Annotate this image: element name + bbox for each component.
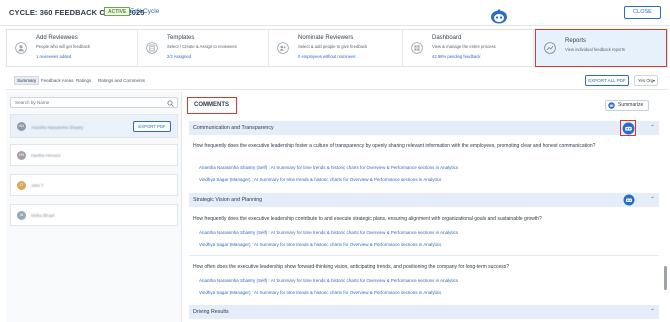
close-button[interactable]: CLOSE	[624, 6, 661, 19]
reviewee-name: Haritha Hemant	[31, 153, 61, 158]
section-communication-and-transparency[interactable]: Communication and Transparency ⌃	[189, 120, 659, 136]
nominate-icon	[277, 42, 289, 54]
export-pdf-button[interactable]: EXPORT PDF	[133, 121, 171, 132]
answer-link[interactable]: Anantha Narasimha Shastry (Self) : AI Su…	[199, 230, 458, 235]
reviewee-list-panel: AN Ananthu Narasimha Shastry EXPORT PDF …	[6, 92, 182, 322]
summarize-button[interactable]: Summarize	[605, 100, 649, 111]
top-bar: CYCLE: 360 FEEDBACK CYCLE 2025 ACTIVE Ed…	[0, 0, 670, 26]
step-status-link[interactable]: 0 employees without nominees	[298, 54, 356, 59]
section-strategic-vision-and-planning[interactable]: Strategic Vision and Planning ⌃	[189, 193, 659, 207]
step-nominate-reviewers[interactable]: Nominate Reviewers Select & add people t…	[269, 30, 403, 66]
step-description: Select / Create & Assign to reviewees	[167, 44, 237, 49]
section-title: Communication and Transparency	[193, 125, 274, 131]
tab-summary[interactable]: Summary	[14, 76, 40, 85]
tab-ratings-and-comments[interactable]: Ratings and Comments	[98, 76, 145, 85]
comments-panel: COMMENTS Summarize Communication and Tra…	[185, 92, 661, 322]
reviewee-item[interactable]: JT John T	[10, 174, 178, 196]
reviewee-item[interactable]: AN Ananthu Narasimha Shastry EXPORT PDF	[10, 114, 178, 138]
section-driving-results[interactable]: Driving Results ⌃	[189, 305, 659, 319]
answer-link[interactable]: Vindhya Sagar (Manager) : AI Summary for…	[199, 177, 441, 182]
dashboard-icon	[411, 42, 423, 54]
section-title: Strategic Vision and Planning	[193, 197, 263, 203]
section-title: Driving Results	[193, 309, 229, 315]
answer-link[interactable]: Anantha Narasimha Shastry (Self) : AI Su…	[199, 278, 458, 283]
app-logo-icon	[489, 9, 509, 25]
step-dashboard[interactable]: Dashboard View & manage the entire proce…	[403, 30, 534, 66]
step-title: Add Reviewees	[36, 35, 78, 41]
avatar: JT	[17, 181, 26, 190]
search-icon[interactable]	[167, 100, 174, 107]
comments-heading: COMMENTS	[187, 97, 237, 114]
avatar: AN	[17, 122, 26, 131]
chevron-up-icon[interactable]: ⌃	[650, 193, 655, 207]
organization-select[interactable]: Yes Org ▾	[634, 75, 658, 86]
ai-summary-icon[interactable]	[620, 120, 636, 136]
step-status-link[interactable]: 1 reviewees added	[36, 54, 71, 59]
answer-link[interactable]: Vindhya Sagar (Manager) : AI Summary for…	[199, 242, 441, 247]
status-badge: ACTIVE	[104, 7, 131, 16]
search-input[interactable]	[11, 98, 161, 107]
question-text: How frequently does the executive leader…	[193, 216, 542, 222]
avatar: HH	[17, 151, 26, 160]
step-title: Nominate Reviewers	[298, 35, 354, 41]
step-templates[interactable]: Templates Select / Create & Assign to re…	[138, 30, 269, 66]
step-reports[interactable]: Reports View individual feedback reports	[535, 29, 667, 67]
divider	[6, 89, 668, 90]
step-description: People who will get feedback	[36, 44, 91, 49]
step-description: Select & add people to give feedback	[298, 44, 368, 49]
divider	[189, 255, 659, 256]
reviewee-item[interactable]: HH Haritha Hemant	[10, 144, 178, 166]
answer-link[interactable]: Vindhya Sagar (Manager) : AI Summary for…	[199, 290, 441, 295]
reviewee-name: Ananthu Narasimha Shastry	[31, 125, 84, 130]
step-title: Templates	[167, 35, 195, 41]
scrollbar[interactable]	[664, 266, 667, 290]
chevron-down-icon: ▾	[652, 78, 655, 83]
reviewee-name: John T	[31, 183, 44, 188]
workflow-steps: Add Reviewees People who will get feedba…	[6, 29, 668, 67]
templates-icon	[146, 42, 158, 54]
edit-cycle-link[interactable]: Edit Cycle	[130, 8, 159, 15]
question-text: How often does the executive leadership …	[193, 264, 510, 270]
search-field[interactable]	[10, 97, 178, 108]
step-title: Reports	[565, 38, 587, 44]
organization-select-value: Yes Org	[638, 78, 654, 83]
step-status-link[interactable]: 42.86% pending feedback	[432, 54, 480, 59]
answer-link[interactable]: Anantha Narasimha Shastry (Self) : AI Su…	[199, 165, 458, 170]
tab-feedback-areas[interactable]: Feedback Areas	[41, 76, 74, 85]
tab-ratings[interactable]: Ratings	[76, 76, 91, 85]
chevron-up-icon[interactable]: ⌃	[650, 121, 655, 135]
step-add-reviewees[interactable]: Add Reviewees People who will get feedba…	[7, 30, 138, 66]
export-all-pdf-button[interactable]: EXPORT ALL PDF	[585, 75, 629, 86]
step-status-link[interactable]: 2/2 Assigned	[167, 54, 191, 59]
question-text: How frequently does the executive leader…	[193, 143, 596, 149]
summarize-label: Summarize	[618, 102, 644, 108]
ai-summary-icon[interactable]	[623, 194, 635, 206]
ai-summary-icon	[608, 102, 615, 109]
step-description: View individual feedback reports	[565, 47, 625, 52]
step-title: Dashboard	[432, 35, 462, 41]
step-description: View & manage the entire process	[432, 44, 496, 49]
reviewee-item[interactable]: IB Ishika Bhujel	[10, 204, 178, 226]
chevron-up-icon[interactable]: ⌃	[650, 305, 655, 319]
reviewee-name: Ishika Bhujel	[31, 213, 55, 218]
avatar: IB	[17, 211, 26, 220]
users-icon	[15, 42, 27, 54]
reports-icon	[544, 42, 556, 54]
